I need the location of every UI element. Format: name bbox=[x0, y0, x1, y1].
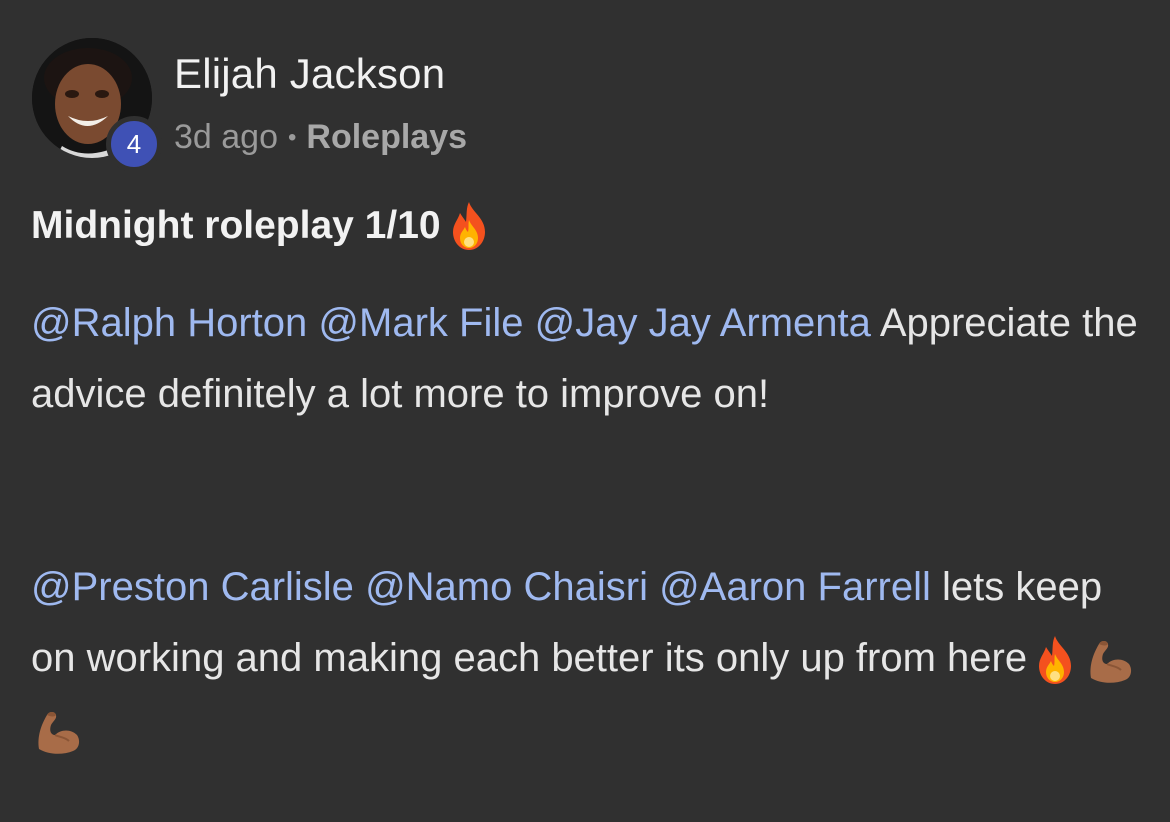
fire-emoji-icon bbox=[441, 198, 497, 254]
mention-link[interactable]: @Jay Jay Armenta bbox=[535, 301, 871, 345]
fire-emoji-icon bbox=[1027, 632, 1083, 688]
post-title: Midnight roleplay 1/10 bbox=[31, 198, 497, 254]
post-paragraph-1: @Ralph Horton @Mark File @Jay Jay Arment… bbox=[31, 288, 1141, 430]
author-name[interactable]: Elijah Jackson bbox=[174, 50, 445, 98]
mention-link[interactable]: @Aaron Farrell bbox=[659, 565, 931, 609]
post-timestamp: 3d ago bbox=[174, 118, 278, 156]
category-link[interactable]: Roleplays bbox=[306, 118, 467, 157]
post-paragraph-2: @Preston Carlisle @Namo Chaisri @Aaron F… bbox=[31, 552, 1141, 765]
level-badge: 4 bbox=[106, 116, 162, 172]
mention-link[interactable]: @Ralph Horton bbox=[31, 301, 307, 345]
flexed-biceps-icon bbox=[1083, 632, 1139, 688]
post-card: 4 Elijah Jackson 3d ago • Roleplays Midn… bbox=[0, 0, 1170, 822]
mention-link[interactable]: @Mark File bbox=[318, 301, 523, 345]
mention-link[interactable]: @Namo Chaisri bbox=[365, 565, 648, 609]
post-meta: 3d ago • Roleplays bbox=[174, 118, 467, 157]
author-avatar-group[interactable]: 4 bbox=[32, 38, 162, 172]
post-title-text: Midnight roleplay 1/10 bbox=[31, 204, 441, 247]
meta-separator: • bbox=[288, 123, 297, 151]
flexed-biceps-icon bbox=[31, 703, 87, 759]
mention-link[interactable]: @Preston Carlisle bbox=[31, 565, 354, 609]
